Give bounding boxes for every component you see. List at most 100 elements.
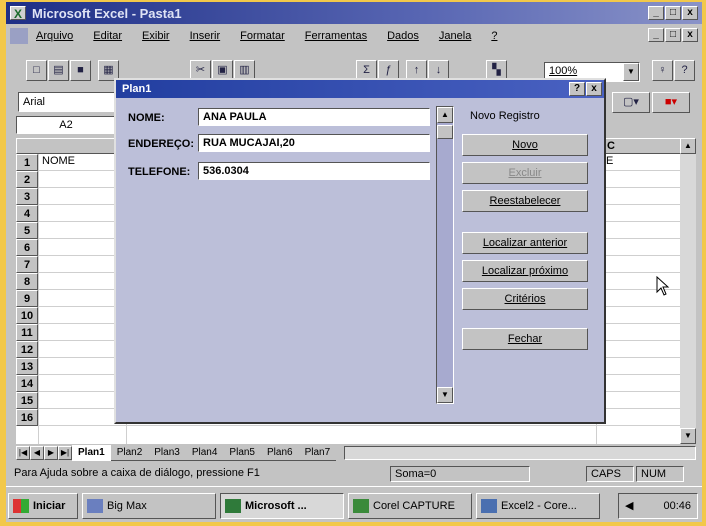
document-icon (481, 499, 497, 513)
row-header[interactable]: 9 (16, 290, 38, 307)
menu-help[interactable]: ? (491, 30, 497, 42)
save-icon[interactable]: ■ (70, 60, 91, 81)
field-nome-input[interactable]: ANA PAULA (198, 108, 430, 126)
windows-logo-icon (13, 499, 29, 513)
dialog-help-button[interactable]: ? (569, 82, 585, 96)
wb-minimize-button[interactable]: _ (648, 28, 664, 42)
sheet-tab-plan5[interactable]: Plan5 (223, 445, 261, 461)
new-file-icon[interactable]: □ (26, 60, 47, 81)
task-label: Excel2 - Core... (501, 500, 577, 512)
name-box[interactable]: A2 (16, 116, 116, 134)
menu-arquivo[interactable]: Arquivo (36, 30, 73, 42)
scroll-down-icon[interactable]: ▼ (680, 428, 696, 444)
scroll-down-icon[interactable]: ▼ (437, 387, 453, 403)
font-select[interactable]: Arial (18, 92, 118, 112)
menu-formatar[interactable]: Formatar (240, 30, 285, 42)
menu-dados[interactable]: Dados (387, 30, 419, 42)
maximize-button[interactable]: □ (665, 6, 681, 20)
row-header[interactable]: 6 (16, 239, 38, 256)
help-pointer-icon[interactable]: ? (674, 60, 695, 81)
find-previous-button[interactable]: Localizar anterior (462, 232, 588, 254)
excel-icon (225, 499, 241, 513)
scroll-thumb[interactable] (437, 125, 453, 139)
task-corel-capture[interactable]: Corel CAPTURE (348, 493, 472, 519)
menu-inserir[interactable]: Inserir (190, 30, 221, 42)
row-header[interactable]: 8 (16, 273, 38, 290)
close-dialog-button[interactable]: Fechar (462, 328, 588, 350)
status-help-text: Para Ajuda sobre a caixa de diálogo, pre… (14, 467, 260, 479)
borders-icon[interactable]: ▢▾ (612, 92, 650, 113)
criteria-button[interactable]: Critérios (462, 288, 588, 310)
task-big-max[interactable]: Big Max (82, 493, 216, 519)
sheet-tab-plan2[interactable]: Plan2 (110, 445, 149, 461)
sheet-tab-plan4[interactable]: Plan4 (185, 445, 224, 461)
horizontal-scrollbar[interactable] (344, 446, 696, 460)
row-header[interactable]: 4 (16, 205, 38, 222)
sheet-tab-plan7[interactable]: Plan7 (298, 445, 337, 461)
row-header[interactable]: 7 (16, 256, 38, 273)
sheet-tab-plan3[interactable]: Plan3 (148, 445, 186, 461)
dialog-close-button[interactable]: x (586, 82, 602, 96)
next-sheet-icon[interactable]: ▶ (44, 446, 58, 460)
window-controls: _ □ x (648, 6, 698, 20)
row-header[interactable]: 13 (16, 358, 38, 375)
new-record-button[interactable]: Novo (462, 134, 588, 156)
status-bar: Para Ajuda sobre a caixa de diálogo, pre… (6, 464, 702, 484)
scroll-up-icon[interactable]: ▲ (680, 138, 696, 154)
menu-exibir[interactable]: Exibir (142, 30, 170, 42)
record-scrollbar[interactable]: ▲ ▼ (436, 106, 454, 404)
speaker-icon[interactable]: ◀ (625, 494, 633, 518)
last-sheet-icon[interactable]: ▶| (58, 446, 72, 460)
workbook-icon[interactable] (10, 28, 28, 44)
sheet-tab-plan6[interactable]: Plan6 (261, 445, 299, 461)
menu-janela[interactable]: Janela (439, 30, 471, 42)
taskbar: Iniciar Big Max Microsoft ... Corel CAPT… (6, 486, 702, 522)
menu-ferramentas[interactable]: Ferramentas (305, 30, 367, 42)
find-next-button[interactable]: Localizar próximo (462, 260, 588, 282)
row-header[interactable]: 14 (16, 375, 38, 392)
wb-maximize-button[interactable]: □ (665, 28, 681, 42)
cell-a1[interactable]: NOME (42, 155, 75, 167)
row-header[interactable]: 2 (16, 171, 38, 188)
first-sheet-icon[interactable]: |◀ (16, 446, 30, 460)
row-header[interactable]: 10 (16, 307, 38, 324)
row-header[interactable]: 16 (16, 409, 38, 426)
minimize-button[interactable]: _ (648, 6, 664, 20)
row-header[interactable]: 12 (16, 341, 38, 358)
font-color-icon[interactable]: ■▾ (652, 92, 690, 113)
row-header[interactable]: 5 (16, 222, 38, 239)
excel-icon[interactable]: X (10, 6, 26, 21)
field-label-nome: NOME: (128, 112, 165, 124)
tip-wizard-icon[interactable]: ♀ (652, 60, 673, 81)
task-excel2-corel[interactable]: Excel2 - Core... (476, 493, 600, 519)
delete-record-button[interactable]: Excluir (462, 162, 588, 184)
field-endereco-input[interactable]: RUA MUCAJAI,20 (198, 134, 430, 152)
wb-close-button[interactable]: x (682, 28, 698, 42)
row-header[interactable]: 11 (16, 324, 38, 341)
column-c-header[interactable]: C (607, 140, 615, 152)
row-header[interactable]: 3 (16, 188, 38, 205)
row-header[interactable]: 15 (16, 392, 38, 409)
corel-icon (353, 499, 369, 513)
restore-button[interactable]: Reestabelecer (462, 190, 588, 212)
app-title: Microsoft Excel - Pasta1 (32, 5, 182, 21)
menu-bar: Arquivo Editar Exibir Inserir Formatar F… (6, 24, 702, 48)
sheet-tabs-bar: |◀ ◀ ▶ ▶| Plan1 Plan2 Plan3 Plan4 Plan5 … (16, 444, 696, 462)
cell-c1[interactable]: E (606, 155, 613, 167)
open-file-icon[interactable]: ▤ (48, 60, 69, 81)
app-icon (87, 499, 103, 513)
dialog-title-bar[interactable]: Plan1 ? x (116, 80, 604, 98)
chevron-down-icon[interactable]: ▼ (623, 63, 639, 81)
sheet-tab-plan1[interactable]: Plan1 (72, 445, 111, 461)
clock[interactable]: 00:46 (663, 500, 691, 512)
start-button[interactable]: Iniciar (8, 493, 78, 519)
menu-editar[interactable]: Editar (93, 30, 122, 42)
record-status: Novo Registro (470, 110, 540, 122)
scroll-up-icon[interactable]: ▲ (437, 107, 453, 123)
vertical-scrollbar[interactable]: ▲ ▼ (680, 138, 696, 444)
prev-sheet-icon[interactable]: ◀ (30, 446, 44, 460)
task-microsoft-excel[interactable]: Microsoft ... (220, 493, 344, 519)
close-button[interactable]: x (682, 6, 698, 20)
field-telefone-input[interactable]: 536.0304 (198, 162, 430, 180)
row-header[interactable]: 1 (16, 154, 38, 171)
